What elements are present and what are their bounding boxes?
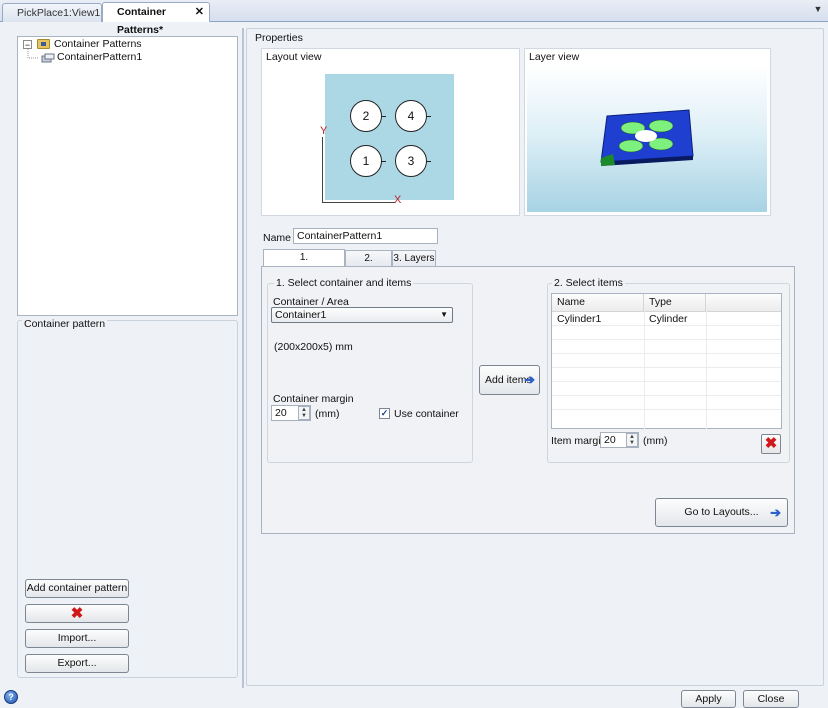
- grid-divider: [644, 311, 645, 429]
- layout-view-label: Layout view: [266, 51, 322, 63]
- tab-label: PickPlace1:View1: [17, 7, 101, 19]
- container-margin-unit: (mm): [315, 408, 340, 420]
- y-axis-line: [322, 137, 323, 203]
- container-area-selected: Container1: [275, 309, 327, 321]
- x-axis-label: X: [394, 194, 402, 206]
- layer-view-label: Layer view: [529, 51, 580, 63]
- container-pattern-group: [17, 320, 238, 678]
- column-header-name[interactable]: Name: [552, 294, 644, 311]
- export-button[interactable]: Export...: [25, 654, 129, 673]
- layout-item-2[interactable]: 2: [350, 100, 386, 132]
- layout-item-4[interactable]: 4: [395, 100, 431, 132]
- arrow-right-icon: ➔: [770, 505, 781, 520]
- item-margin-unit: (mm): [643, 435, 668, 447]
- items-grid[interactable]: Name Type Cylinder1 Cylinder: [551, 293, 782, 429]
- tree-item-containerpattern1[interactable]: ContainerPattern1: [57, 51, 142, 64]
- name-label: Name: [263, 232, 292, 244]
- layout-item-1[interactable]: 1: [350, 145, 386, 177]
- add-items-button[interactable]: Add items ➔: [479, 365, 540, 395]
- column-header-type[interactable]: Type: [644, 294, 706, 311]
- tab-layers[interactable]: 3. Layers: [392, 250, 436, 267]
- container-pattern-group-label: Container pattern: [22, 318, 108, 330]
- go-to-layouts-label: Go to Layouts...: [684, 506, 759, 518]
- items-grid-header: Name Type: [552, 294, 781, 312]
- container-margin-label: Container margin: [273, 393, 354, 405]
- close-icon[interactable]: ✕: [195, 3, 204, 21]
- delete-item-button[interactable]: ✖: [761, 434, 781, 454]
- properties-label: Properties: [255, 32, 303, 44]
- x-axis-line: [322, 202, 395, 203]
- container-pattern-tree[interactable]: − Container Patterns ContainerPattern1: [17, 36, 238, 316]
- add-container-pattern-button[interactable]: Add container pattern: [25, 579, 129, 598]
- table-row-name[interactable]: Cylinder1: [557, 312, 601, 326]
- folder-icon: [37, 39, 50, 49]
- container-pattern-icon: [41, 53, 55, 63]
- grid-rule: [552, 353, 781, 354]
- item-margin-spinner[interactable]: ▲ ▼: [626, 433, 638, 447]
- grid-divider: [706, 311, 707, 429]
- go-to-layouts-button[interactable]: Go to Layouts... ➔: [655, 498, 788, 527]
- grid-rule: [552, 395, 781, 396]
- layout-container-area: 2 4 1 3: [325, 74, 454, 200]
- item-margin-label: Item margin: [551, 435, 607, 447]
- select-container-group-label: 1. Select container and items: [274, 277, 414, 289]
- arrow-right-icon: ➔: [524, 372, 535, 387]
- close-button[interactable]: Close: [743, 690, 799, 708]
- tree-root-label[interactable]: Container Patterns: [54, 38, 142, 51]
- select-items-group-label: 2. Select items: [552, 277, 625, 289]
- chevron-down-icon: ▼: [440, 310, 448, 319]
- panel-splitter[interactable]: [242, 28, 244, 688]
- red-x-icon: ✖: [764, 435, 778, 452]
- import-button[interactable]: Import...: [25, 629, 129, 648]
- y-axis-label: Y: [320, 125, 328, 137]
- delete-container-pattern-button[interactable]: ✖: [25, 604, 129, 623]
- grid-rule: [552, 339, 781, 340]
- grid-rule: [552, 381, 781, 382]
- help-icon[interactable]: ?: [4, 690, 18, 704]
- container-size-text: (200x200x5) mm: [274, 341, 353, 353]
- use-container-label: Use container: [394, 408, 459, 420]
- grid-rule: [552, 367, 781, 368]
- container-area-select[interactable]: Container1 ▼: [271, 307, 453, 323]
- tab-container-patterns[interactable]: Container Patterns* ✕: [102, 2, 210, 36]
- use-container-checkbox[interactable]: ✓: [379, 408, 390, 419]
- layer-view-canvas[interactable]: [527, 66, 767, 212]
- red-x-icon: ✖: [70, 605, 84, 622]
- table-row-type[interactable]: Cylinder: [649, 312, 688, 326]
- tab-layouts[interactable]: 2. Layouts: [345, 250, 392, 280]
- layout-item-3[interactable]: 3: [395, 145, 431, 177]
- tab-list-dropdown-icon[interactable]: ▼: [812, 4, 824, 16]
- layer-3d-render: [600, 109, 694, 166]
- grid-rule: [552, 409, 781, 410]
- tab-label: Container Patterns*: [117, 6, 167, 36]
- tab-pickplace-view[interactable]: PickPlace1:View1: [2, 3, 102, 22]
- tab-containers-items[interactable]: 1. Containers/Items: [263, 249, 345, 279]
- name-input[interactable]: ContainerPattern1: [293, 228, 438, 244]
- apply-button[interactable]: Apply: [681, 690, 736, 708]
- container-margin-spinner[interactable]: ▲ ▼: [298, 406, 310, 420]
- collapse-icon[interactable]: −: [23, 40, 32, 50]
